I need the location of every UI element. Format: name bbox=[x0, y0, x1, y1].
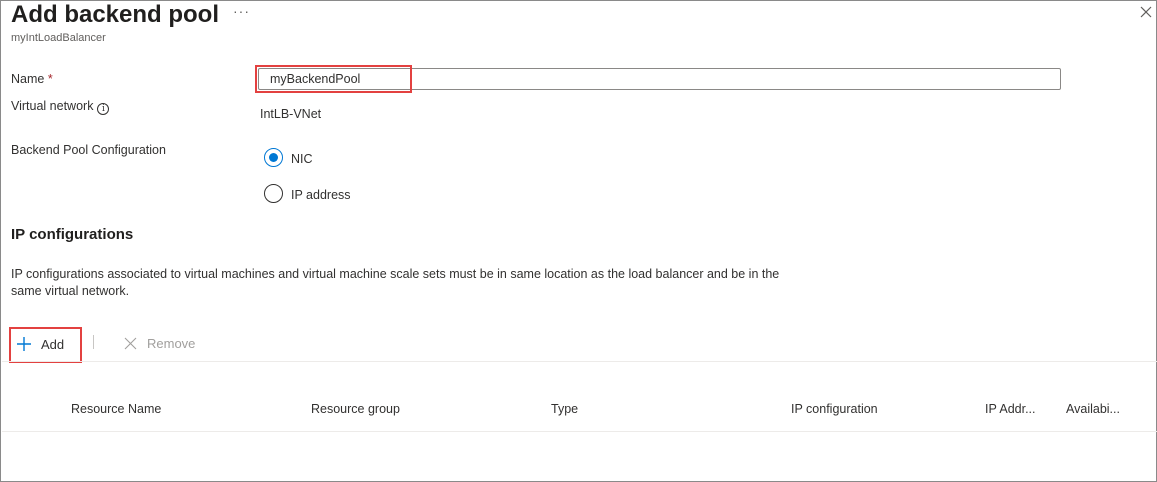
column-header-ip-configuration[interactable]: IP configuration bbox=[791, 402, 878, 416]
more-options-button[interactable]: ··· bbox=[233, 3, 250, 19]
name-label: Name * bbox=[11, 72, 53, 86]
column-header-type[interactable]: Type bbox=[551, 402, 578, 416]
radio-nic-label[interactable]: NIC bbox=[291, 152, 313, 166]
ip-configurations-description: IP configurations associated to virtual … bbox=[11, 267, 780, 298]
vnet-label: Virtual network i bbox=[11, 99, 110, 115]
info-icon[interactable]: i bbox=[97, 103, 110, 115]
required-marker: * bbox=[47, 72, 53, 86]
name-label-text: Name bbox=[11, 72, 45, 86]
radio-nic[interactable] bbox=[264, 148, 283, 167]
toolbar-separator bbox=[93, 335, 94, 349]
column-header-ip-address[interactable]: IP Addr... bbox=[985, 402, 1036, 416]
table-header-divider bbox=[2, 431, 1157, 432]
radio-ip-address[interactable] bbox=[264, 184, 283, 203]
remove-icon bbox=[124, 337, 137, 350]
page-subtitle: myIntLoadBalancer bbox=[11, 32, 106, 44]
radio-ip-address-label[interactable]: IP address bbox=[291, 188, 351, 202]
table-top-divider bbox=[2, 361, 1157, 362]
close-icon[interactable] bbox=[1139, 5, 1153, 19]
add-backend-pool-panel: Add backend pool ··· myIntLoadBalancer N… bbox=[0, 0, 1157, 482]
add-highlight-box bbox=[9, 327, 82, 363]
vnet-value: IntLB-VNet bbox=[260, 107, 322, 121]
column-header-resource-group[interactable]: Resource group bbox=[311, 402, 400, 416]
column-header-availability[interactable]: Availabi... bbox=[1066, 402, 1120, 416]
ip-configurations-heading: IP configurations bbox=[11, 226, 134, 243]
page-title: Add backend pool bbox=[11, 1, 220, 28]
vnet-label-text: Virtual network bbox=[11, 99, 94, 113]
backend-pool-config-label: Backend Pool Configuration bbox=[11, 143, 166, 157]
remove-button[interactable]: Remove bbox=[124, 336, 195, 351]
name-highlight-box bbox=[255, 65, 412, 93]
remove-button-label: Remove bbox=[147, 336, 196, 351]
column-header-resource-name[interactable]: Resource Name bbox=[71, 402, 161, 416]
